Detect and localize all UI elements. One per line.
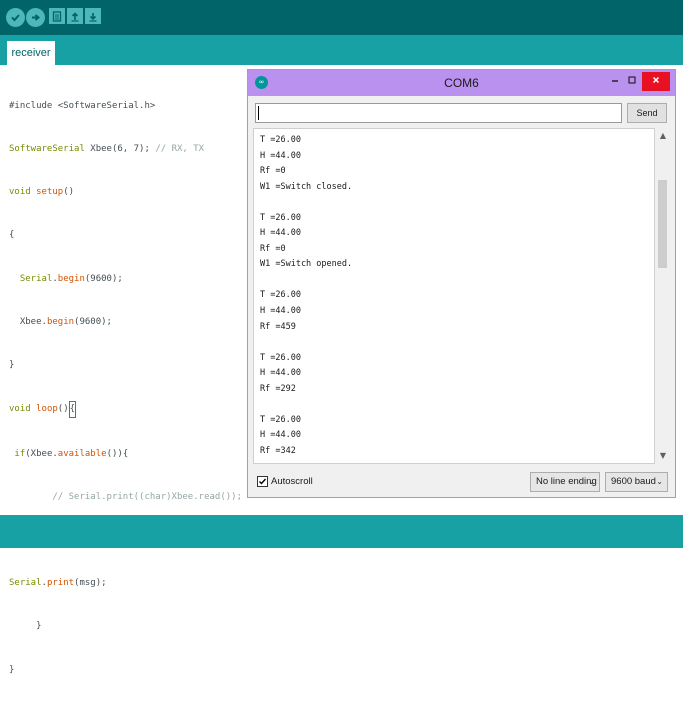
code-token: available xyxy=(57,448,107,459)
serial-output-line: T =26.00 xyxy=(260,290,301,301)
autoscroll-checkbox[interactable] xyxy=(257,476,268,487)
serial-output-line: Rf =459 xyxy=(260,321,296,332)
code-token: begin xyxy=(46,316,75,327)
text-caret xyxy=(258,106,259,120)
close-button[interactable] xyxy=(642,72,670,91)
maximize-button[interactable] xyxy=(625,73,639,91)
serial-output-line: T =26.00 xyxy=(260,212,301,223)
serial-output-line: H =44.00 xyxy=(260,228,301,239)
serial-output-line: H =44.00 xyxy=(260,368,301,379)
serial-output-line xyxy=(260,335,352,351)
minimize-button[interactable] xyxy=(608,73,622,91)
serial-output-lines: T =26.00 H =44.00 Rf =0 W1 =Switch closed. T… xyxy=(260,133,352,459)
line-ending-select[interactable]: No line ending ⌄ xyxy=(530,472,600,492)
check-icon xyxy=(11,14,20,22)
serial-output-line: W1 =Switch closed. xyxy=(260,181,353,192)
scroll-down-icon[interactable]: ▼ xyxy=(656,450,670,462)
arrow-up-icon xyxy=(71,11,79,22)
save-button[interactable] xyxy=(85,8,101,24)
maximize-icon xyxy=(628,76,636,84)
toolbar xyxy=(0,0,683,35)
chevron-down-icon: ⌄ xyxy=(588,477,595,486)
scroll-thumb[interactable] xyxy=(658,180,667,268)
serial-output-line xyxy=(260,397,352,413)
chevron-down-icon: ⌄ xyxy=(656,477,663,486)
serial-output[interactable]: T =26.00 H =44.00 Rf =0 W1 =Switch closed. T… xyxy=(253,128,655,464)
code-token: loop xyxy=(36,404,58,415)
open-button[interactable] xyxy=(67,8,83,24)
serial-output-line xyxy=(260,195,352,211)
code-token: void xyxy=(9,404,31,415)
code-line: } xyxy=(9,360,15,371)
send-button[interactable]: Send xyxy=(627,103,667,123)
serial-output-line: T =26.00 xyxy=(260,135,301,145)
serial-output-line: Rf =292 xyxy=(260,383,296,394)
tab-bar: receiver xyxy=(0,35,683,65)
minimize-icon xyxy=(612,80,618,82)
code-token: void xyxy=(9,187,31,198)
code-text: #include <SoftwareSerial.h> SoftwareSeri… xyxy=(9,70,242,706)
serial-output-line: Rf =0 xyxy=(260,243,286,254)
code-token: print xyxy=(46,578,75,589)
new-file-icon xyxy=(52,10,62,22)
code-line: Serial.print(msg); xyxy=(9,578,107,589)
autoscroll-label: Autoscroll xyxy=(271,476,313,487)
code-line: #include <SoftwareSerial.h> xyxy=(9,100,156,111)
serial-output-line xyxy=(260,273,352,289)
check-icon xyxy=(259,478,267,485)
serial-output-line: H =44.00 xyxy=(260,306,301,317)
baud-rate-select[interactable]: 9600 baud ⌄ xyxy=(605,472,668,492)
arrow-right-icon xyxy=(32,14,41,21)
code-line: // Serial.print((char)Xbee.read()); xyxy=(9,490,242,504)
serial-send-input[interactable] xyxy=(255,103,622,123)
serial-output-line: H =44.00 xyxy=(260,150,301,161)
tab-receiver[interactable]: receiver xyxy=(7,41,55,65)
scrollbar[interactable]: ▲ ▼ xyxy=(656,128,670,464)
scroll-up-icon[interactable]: ▲ xyxy=(656,130,670,142)
code-token: begin xyxy=(57,273,85,284)
serial-output-line: Rf =0 xyxy=(260,166,286,177)
console-bar xyxy=(0,515,683,548)
code-line: void loop(){ xyxy=(9,401,242,418)
code-line: SoftwareSerial Xbee(6, 7); // RX, TX xyxy=(9,144,205,155)
serial-output-line: Rf =342 xyxy=(260,445,296,456)
code-comment: // Serial.print((char)Xbee.read()); xyxy=(9,491,242,502)
serial-output-line: T =26.00 xyxy=(260,414,301,425)
verify-button[interactable] xyxy=(6,8,25,27)
code-line: Serial.begin(9600); xyxy=(19,273,123,284)
serial-output-line: H =44.00 xyxy=(260,430,301,441)
arrow-down-icon xyxy=(89,12,97,22)
brace-match: { xyxy=(68,401,77,418)
serial-output-line: T =26.00 xyxy=(260,352,301,363)
baud-rate-value: 9600 baud xyxy=(611,476,656,487)
code-comment: // RX, TX xyxy=(155,144,205,155)
code-token: Serial xyxy=(9,578,42,589)
code-token: setup xyxy=(36,187,64,198)
serial-monitor-window: ∞ COM6 Send T =26.00 H =44.00 Rf =0 W1 =Swi… xyxy=(247,69,676,498)
upload-button[interactable] xyxy=(26,8,45,27)
serial-output-line: W1 =Switch opened. xyxy=(260,259,353,270)
code-token: Serial xyxy=(19,273,53,284)
code-token: SoftwareSerial xyxy=(9,144,85,155)
code-token: if xyxy=(14,448,26,459)
code-line: Xbee.begin(9600); xyxy=(9,316,112,327)
code-line: } xyxy=(9,664,15,675)
new-sketch-button[interactable] xyxy=(49,8,65,24)
code-line: { xyxy=(9,230,15,241)
close-icon xyxy=(652,76,660,84)
code-line: } xyxy=(9,621,42,632)
serial-monitor-titlebar[interactable]: ∞ COM6 xyxy=(248,70,675,96)
code-line: if(Xbee.available()){ xyxy=(14,448,129,459)
code-line: void setup() xyxy=(9,187,75,198)
